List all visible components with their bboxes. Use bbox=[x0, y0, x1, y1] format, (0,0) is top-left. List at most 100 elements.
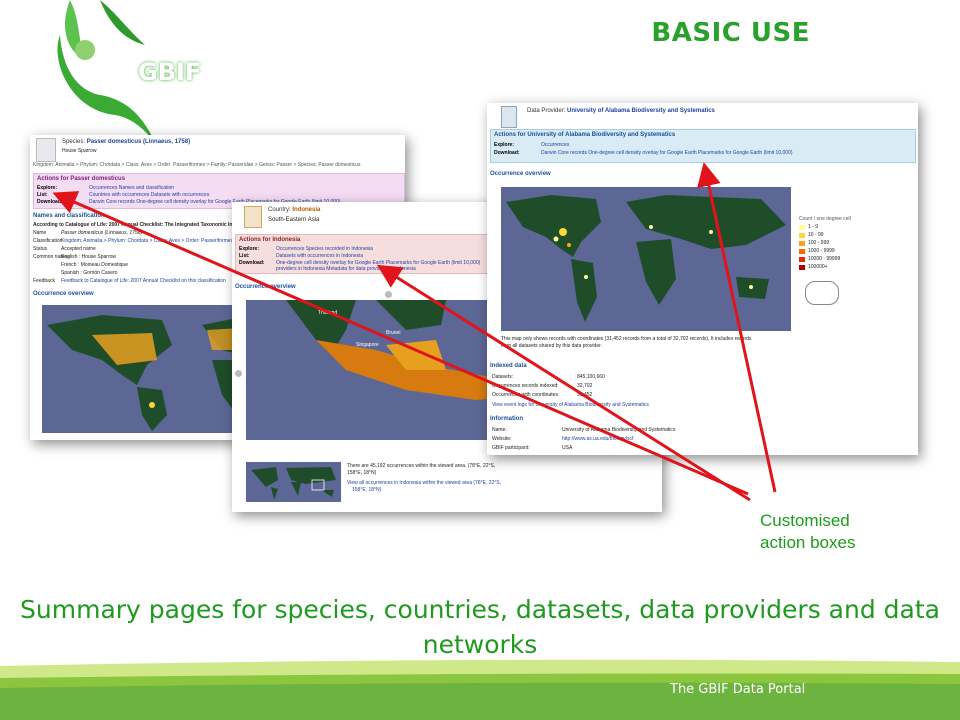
provider-website-link[interactable]: http://www.as.ua.edu/biology/scf bbox=[562, 436, 633, 443]
detail-label: Feedback bbox=[33, 278, 55, 284]
legend-label: 100000+ bbox=[808, 263, 828, 270]
legend-item: 1 - 9 bbox=[799, 224, 851, 231]
slide-title: BASIC USE bbox=[651, 18, 810, 48]
country-action-explore[interactable]: Occurrences Species recorded in Indonesi… bbox=[276, 246, 373, 253]
view-all-occurrences-link-2[interactable]: 158°E, 18°N) bbox=[352, 487, 381, 494]
database-icon bbox=[501, 106, 517, 128]
species-common-name: House Sparrow bbox=[62, 148, 97, 154]
legend-item: 100 - 999 bbox=[799, 240, 851, 247]
minimap-graphic bbox=[251, 467, 336, 500]
legend-swatch bbox=[799, 248, 805, 254]
provider-name[interactable]: University of Alabama Biodiversity and S… bbox=[567, 108, 715, 114]
provider-occurrence-map[interactable] bbox=[501, 187, 791, 331]
provider-action-explore[interactable]: Occurrences bbox=[541, 142, 569, 149]
view-all-occurrences-link[interactable]: View all occurrences in Indonesia within… bbox=[347, 480, 501, 487]
information-title: Information bbox=[490, 416, 523, 422]
detail-label: Name bbox=[33, 230, 47, 236]
indexed-label: Occurrences with coordinates: bbox=[492, 392, 560, 398]
country-occurrence-title: Occurrence overview bbox=[235, 284, 296, 290]
info-value: University of Alabama Biodiversity and S… bbox=[562, 427, 676, 433]
logo-text: GBIF bbox=[138, 58, 202, 86]
info-label: Name: bbox=[492, 427, 507, 433]
legend-swatch bbox=[799, 264, 805, 270]
map-label-thailand: Thailand bbox=[318, 310, 338, 316]
legend-label: 1 - 9 bbox=[808, 223, 819, 230]
country-label: Country: bbox=[268, 207, 291, 213]
country-occurrence-count-2: 158°E, 18°N) bbox=[347, 470, 377, 476]
species-action-label: Explore: bbox=[37, 185, 58, 191]
provider-action-label: Explore: bbox=[494, 142, 515, 148]
country-action-list[interactable]: Datasets with occurrences in Indonesia bbox=[276, 253, 363, 260]
provider-map-note: This map only shows records with coordin… bbox=[501, 336, 752, 342]
species-action-label: List: bbox=[37, 192, 48, 198]
info-label: Website: bbox=[492, 436, 512, 442]
data-provider-summary-screenshot: Data Provider: University of Alabama Bio… bbox=[487, 103, 918, 455]
indexed-value: 32,702 bbox=[577, 383, 593, 389]
detail-value: Accepted name bbox=[61, 246, 96, 252]
map-pan-up-icon[interactable] bbox=[385, 291, 392, 298]
provider-action-label: Download: bbox=[494, 150, 520, 156]
species-occurrence-title: Occurrence overview bbox=[33, 291, 94, 297]
country-name[interactable]: Indonesia bbox=[292, 207, 320, 213]
species-action-explore[interactable]: Occurrences Names and classification bbox=[89, 185, 174, 192]
legend-item: 10000 - 99999 bbox=[799, 256, 851, 263]
footer-band bbox=[0, 659, 960, 720]
info-label: GBIF participant: bbox=[492, 445, 530, 451]
world-map-graphic bbox=[506, 195, 786, 322]
detail-label: Classification bbox=[33, 238, 63, 244]
map-density-legend: Count / one degree cell 1 - 9 10 - 99 100 … bbox=[799, 216, 851, 271]
country-overview-minimap[interactable] bbox=[246, 462, 341, 502]
species-action-label: Download: bbox=[37, 199, 63, 205]
provider-map-note-2: from all datasets shared by this data pr… bbox=[501, 343, 602, 349]
country-region: South-Eastern Asia bbox=[268, 217, 320, 223]
indexed-value: 31,452 bbox=[577, 392, 593, 398]
map-label-singapore: Singapore bbox=[356, 342, 379, 348]
feedback-link[interactable]: Feedback to Catalogue of Life: 2007 Annu… bbox=[61, 278, 226, 285]
detail-value: Spanish : Gorrión Casero bbox=[61, 270, 118, 276]
legend-item: 1000 - 9999 bbox=[799, 248, 851, 255]
species-taxonomy-breadcrumb[interactable]: Kingdom: Animalia > Phylum: Chordata > C… bbox=[33, 162, 361, 169]
country-action-providers[interactable]: providers in Indonesia Metadata for data… bbox=[276, 266, 416, 273]
map-navigation-control-icon[interactable] bbox=[805, 281, 839, 305]
detail-value: French : Moineau Domestique bbox=[61, 262, 128, 268]
legend-swatch bbox=[799, 240, 805, 246]
callout-label: Customised action boxes bbox=[760, 511, 856, 552]
species-action-list[interactable]: Countries with occurrences Datasets with… bbox=[89, 192, 209, 199]
footer-text: The GBIF Data Portal bbox=[670, 682, 806, 697]
detail-value: Passer domesticus (Linnaeus, 1758) bbox=[61, 230, 143, 236]
legend-rows: 1 - 9 10 - 99 100 - 999 1000 - 9999 10000 - … bbox=[799, 224, 851, 271]
provider-occurrence-title: Occurrence overview bbox=[490, 171, 551, 177]
country-occurrence-count: There are 45,192 occurrences within the … bbox=[347, 463, 496, 469]
legend-swatch bbox=[799, 224, 805, 230]
detail-value[interactable]: Kingdom: Animalia > Phylum: Chordata > C… bbox=[61, 238, 233, 245]
country-action-label: Explore: bbox=[239, 246, 260, 252]
legend-title: Count / one degree cell bbox=[799, 216, 851, 222]
legend-label: 10000 - 99999 bbox=[808, 255, 841, 262]
legend-label: 10 - 99 bbox=[808, 231, 824, 238]
indexed-value: 845,100,660 bbox=[577, 374, 605, 380]
map-pan-left-icon[interactable] bbox=[235, 370, 242, 377]
provider-action-download[interactable]: Darwin Core records One-degree cell dens… bbox=[541, 150, 793, 157]
detail-value: English : House Sparrow bbox=[61, 254, 117, 260]
provider-label: Data Provider: bbox=[527, 108, 566, 114]
map-label-brunei: Brunei bbox=[386, 330, 401, 336]
indexed-label: Datasets: bbox=[492, 374, 514, 380]
names-classification-title: Names and classification bbox=[33, 213, 105, 219]
legend-swatch bbox=[799, 256, 805, 262]
species-label: Species: bbox=[62, 139, 86, 145]
country-actions-title: Actions for Indonesia bbox=[239, 237, 301, 243]
legend-label: 100 - 999 bbox=[808, 239, 830, 246]
legend-swatch bbox=[799, 232, 805, 238]
view-event-logs-link[interactable]: View event logs for University of Alabam… bbox=[492, 402, 649, 409]
info-value: USA bbox=[562, 445, 573, 451]
species-name[interactable]: Passer domesticus (Linnaeus, 1758) bbox=[87, 139, 190, 145]
provider-actions-box: Actions for University of Alabama Biodiv… bbox=[490, 129, 916, 163]
indexed-label: Occurrences records indexed: bbox=[492, 383, 559, 389]
flag-icon bbox=[244, 206, 262, 228]
provider-actions-title: Actions for University of Alabama Biodiv… bbox=[494, 132, 676, 138]
country-action-label: Download: bbox=[239, 260, 265, 266]
country-action-label: List: bbox=[239, 253, 250, 259]
legend-label: 1000 - 9999 bbox=[808, 247, 835, 254]
legend-item: 10 - 99 bbox=[799, 232, 851, 239]
indexed-data-title: Indexed data bbox=[490, 363, 527, 369]
